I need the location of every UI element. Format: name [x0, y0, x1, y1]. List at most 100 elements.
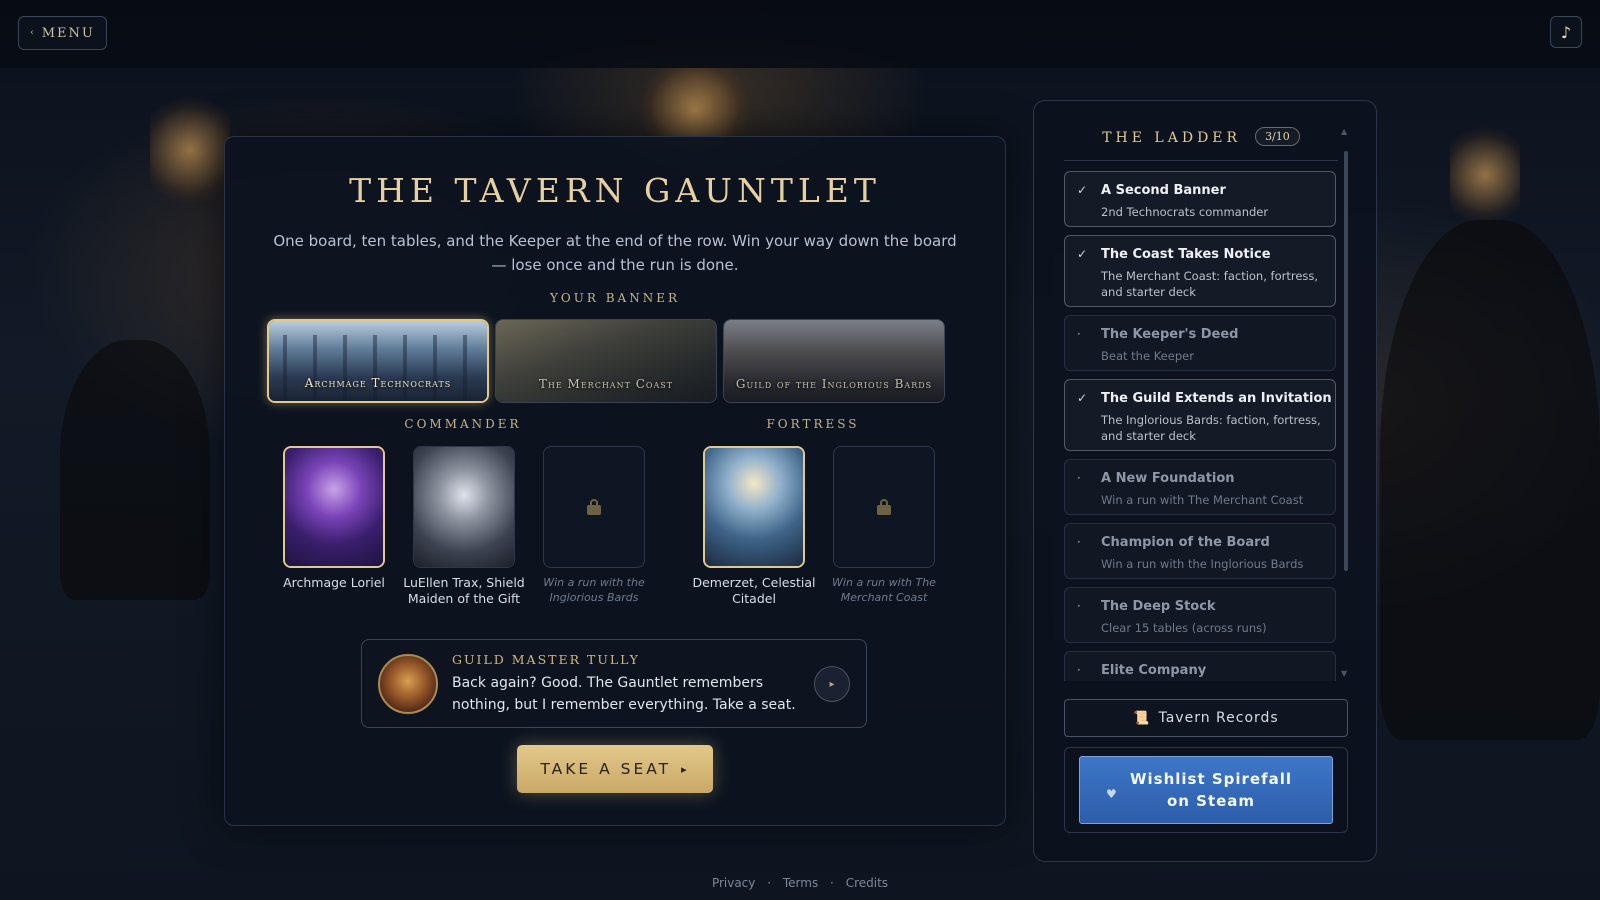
- chevron-left-icon: ‹: [30, 28, 36, 38]
- check-icon: ✓: [1077, 391, 1088, 405]
- achievement-item: · The Keeper's Deed Beat the Keeper: [1064, 315, 1336, 371]
- commander-portrait: [285, 448, 383, 566]
- guild-master-avatar: [378, 654, 438, 714]
- achievement-name: A Second Banner: [1101, 183, 1226, 198]
- tavern-records-button[interactable]: 📜 Tavern Records: [1064, 699, 1348, 737]
- play-icon: ▸: [829, 678, 835, 690]
- locked-requirement: Win a run with The Merchant Coast: [832, 576, 936, 604]
- page-title: THE TAVERN GAUNTLET: [349, 171, 881, 210]
- achievement-list[interactable]: ✓ A Second Banner 2nd Technocrats comman…: [1064, 171, 1336, 681]
- scroll-down-icon[interactable]: ▼: [1341, 669, 1347, 678]
- guild-master-dialog: GUILD MASTER TULLY Back again? Good. The…: [361, 639, 867, 728]
- scroll-up-icon[interactable]: ▲: [1341, 127, 1347, 136]
- music-toggle-button[interactable]: ♪: [1550, 16, 1582, 48]
- patron-left-decor: [60, 340, 210, 600]
- fortress-caption: Demerzet, Celestial Citadel: [692, 575, 816, 606]
- banner-name: The Merchant Coast: [538, 377, 674, 391]
- gauntlet-panel: THE TAVERN GAUNTLET One board, ten table…: [224, 136, 1006, 826]
- banner-section-label: YOUR BANNER: [549, 291, 680, 305]
- achievement-name: A New Foundation: [1101, 471, 1235, 486]
- achievement-item: · The Deep Stock Clear 15 tables (across…: [1064, 587, 1336, 643]
- achievement-item: ✓ The Coast Takes Notice The Merchant Co…: [1064, 235, 1336, 307]
- play-voice-button[interactable]: ▸: [814, 666, 850, 702]
- scrollbar-thumb[interactable]: [1344, 151, 1348, 571]
- achievement-item: · A New Foundation Win a run with The Me…: [1064, 459, 1336, 515]
- lock-icon: [877, 499, 891, 515]
- achievement-desc: 2nd Technocrats commander: [1101, 205, 1269, 219]
- achievement-item: ✓ A Second Banner 2nd Technocrats comman…: [1064, 171, 1336, 227]
- top-bar: ‹ MENU ♪: [0, 0, 1600, 68]
- cta-label: TAKE A SEAT: [540, 760, 672, 778]
- achievement-name: The Guild Extends an Invitation: [1101, 391, 1332, 406]
- locked-requirement: Win a run with the Inglorious Bards: [543, 576, 645, 604]
- ladder-progress-badge: 3/10: [1255, 127, 1300, 146]
- scroll-icon: 📜: [1133, 710, 1151, 726]
- bullet-icon: ·: [1077, 599, 1081, 613]
- play-arrow-icon: ▸: [681, 762, 690, 776]
- bullet-icon: ·: [1077, 663, 1081, 677]
- achievement-item: · Champion of the Board Win a run with t…: [1064, 523, 1336, 579]
- bullet-icon: ·: [1077, 327, 1081, 341]
- page-subtitle: One board, ten tables, and the Keeper at…: [273, 232, 957, 274]
- commander-portrait: [414, 447, 514, 567]
- banner-name: Archmage Technocrats: [304, 376, 452, 390]
- banner-inglorious-bards[interactable]: Guild of the Inglorious Bards: [723, 319, 945, 403]
- footer-separator: ·: [767, 876, 772, 890]
- achievement-desc: Win a run with the Inglorious Bards: [1101, 557, 1304, 571]
- achievement-desc: The Inglorious Bards: faction, fortress,…: [1101, 413, 1321, 443]
- speaker-name: GUILD MASTER TULLY: [452, 652, 640, 667]
- commander-luellen-trax[interactable]: [413, 446, 515, 568]
- patron-right-decor: [1380, 220, 1600, 740]
- fortress-art: [705, 448, 803, 566]
- bullet-icon: ·: [1077, 535, 1081, 549]
- achievement-desc: Beat the Keeper: [1101, 349, 1194, 363]
- records-label: Tavern Records: [1158, 710, 1279, 726]
- wishlist-label: Wishlist Spirefall on Steam: [1129, 770, 1293, 810]
- menu-label: MENU: [41, 25, 95, 41]
- menu-button[interactable]: ‹ MENU: [18, 16, 107, 50]
- lamp-right-decor: [1450, 120, 1520, 230]
- banner-name: Guild of the Inglorious Bards: [735, 377, 933, 391]
- footer-separator: ·: [830, 876, 834, 890]
- ladder-title: THE LADDER: [1102, 130, 1242, 146]
- heart-icon: ♥: [1106, 787, 1118, 801]
- ladder-panel: THE LADDER 3/10 ✓ A Second Banner 2nd Te…: [1033, 100, 1377, 862]
- achievement-name: The Coast Takes Notice: [1101, 247, 1271, 262]
- terms-link[interactable]: Terms: [783, 876, 818, 890]
- lock-icon: [587, 499, 601, 515]
- banner-merchant-coast[interactable]: The Merchant Coast: [495, 319, 717, 403]
- commander-caption: LuEllen Trax, Shield Maiden of the Gift: [403, 575, 525, 606]
- check-icon: ✓: [1077, 183, 1088, 197]
- ladder-header: THE LADDER 3/10: [1064, 127, 1338, 161]
- achievement-name: The Keeper's Deed: [1101, 327, 1239, 342]
- check-icon: ✓: [1077, 247, 1088, 261]
- achievement-desc: The Merchant Coast: faction, fortress, a…: [1101, 269, 1319, 299]
- commander-archmage-loriel[interactable]: [283, 446, 385, 568]
- privacy-link[interactable]: Privacy: [712, 876, 755, 890]
- wishlist-frame: ♥ Wishlist Spirefall on Steam: [1064, 747, 1348, 833]
- achievement-item: · Elite Company: [1064, 651, 1336, 681]
- commander-section-label: COMMANDER: [404, 417, 522, 431]
- music-note-icon: ♪: [1560, 22, 1572, 42]
- fortress-section-label: FORTRESS: [766, 417, 860, 431]
- bullet-icon: ·: [1077, 471, 1081, 485]
- achievement-name: Elite Company: [1101, 663, 1207, 678]
- banner-archmage-technocrats[interactable]: Archmage Technocrats: [267, 319, 489, 403]
- commander-locked-slot: [543, 446, 645, 568]
- wishlist-steam-button[interactable]: ♥ Wishlist Spirefall on Steam: [1079, 756, 1333, 824]
- commander-caption: Archmage Loriel: [283, 575, 385, 590]
- achievement-item: ✓ The Guild Extends an Invitation The In…: [1064, 379, 1336, 451]
- fortress-locked-slot: [833, 446, 935, 568]
- achievement-desc: Win a run with The Merchant Coast: [1101, 493, 1304, 507]
- ladder-scrollbar[interactable]: [1344, 139, 1348, 669]
- footer-links: Privacy · Terms · Credits: [0, 876, 1600, 890]
- credits-link[interactable]: Credits: [846, 876, 888, 890]
- achievement-name: Champion of the Board: [1101, 535, 1270, 550]
- fortress-demerzet-citadel[interactable]: [703, 446, 805, 568]
- take-a-seat-button[interactable]: TAKE A SEAT ▸: [517, 745, 713, 793]
- spires-art: [269, 335, 487, 401]
- achievement-name: The Deep Stock: [1101, 599, 1216, 614]
- dialog-line: Back again? Good. The Gauntlet remembers…: [452, 675, 796, 713]
- lamp-left-decor: [150, 90, 230, 210]
- achievement-desc: Clear 15 tables (across runs): [1101, 621, 1267, 635]
